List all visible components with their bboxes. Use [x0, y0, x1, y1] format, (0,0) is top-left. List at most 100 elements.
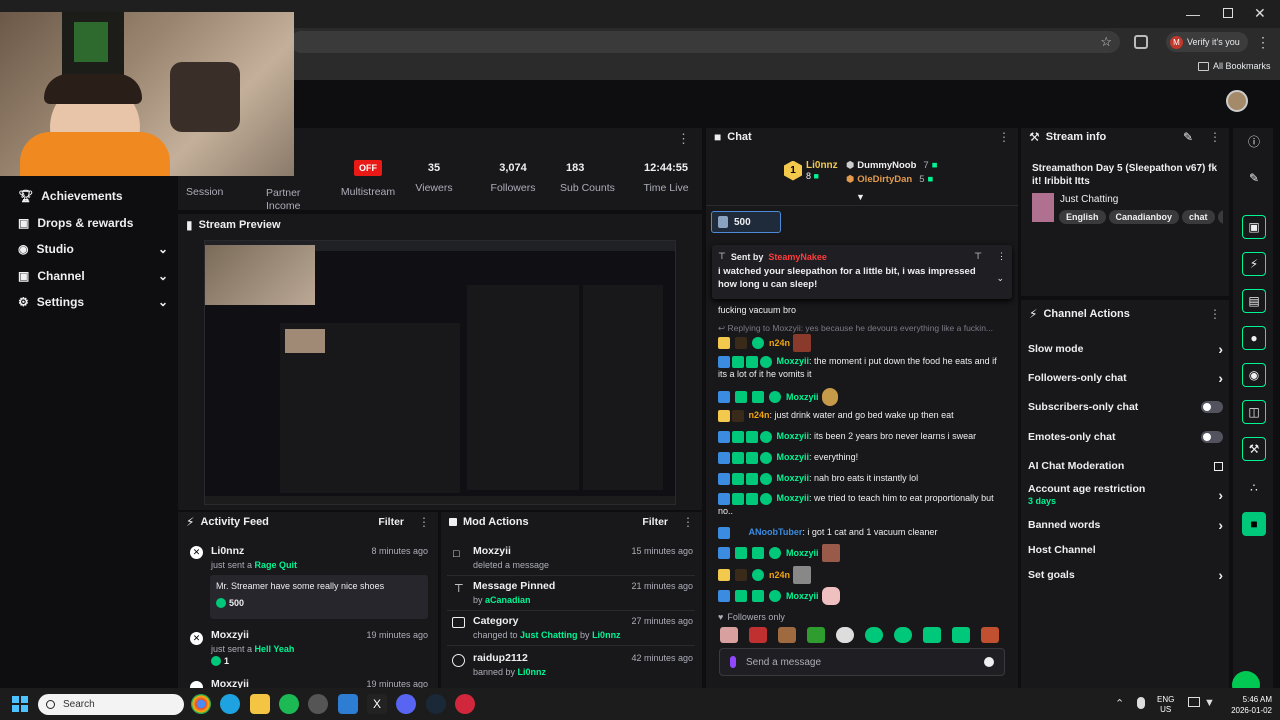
- maximize-icon[interactable]: [1223, 8, 1233, 18]
- sidebar-item-studio[interactable]: ◉ Studio ⌄: [18, 239, 168, 259]
- chat-user[interactable]: Moxzyii: [777, 493, 810, 503]
- more-icon[interactable]: ⋮: [997, 251, 1006, 262]
- emote[interactable]: [836, 627, 854, 643]
- bookmark-star-icon[interactable]: ☆: [1100, 34, 1112, 50]
- subscribers-only-toggle[interactable]: [1201, 401, 1223, 413]
- emote[interactable]: [720, 627, 738, 643]
- file-explorer-icon[interactable]: [250, 694, 270, 714]
- clip-icon[interactable]: ▣: [1242, 215, 1266, 239]
- activity-user[interactable]: Moxzyii: [211, 678, 249, 688]
- more-icon[interactable]: ⋮: [1209, 307, 1221, 321]
- emote[interactable]: [952, 627, 970, 643]
- stream-preview-video[interactable]: [204, 240, 676, 505]
- discord-icon[interactable]: [396, 694, 416, 714]
- x-icon[interactable]: X: [367, 694, 387, 714]
- action-followers-only[interactable]: Followers-only chat ›: [1028, 368, 1223, 388]
- raid-icon[interactable]: ◫: [1242, 400, 1266, 424]
- emote[interactable]: [807, 627, 825, 643]
- edit-icon[interactable]: ✎: [1183, 130, 1193, 144]
- category-name[interactable]: Just Chatting: [1060, 194, 1118, 205]
- broadcast-icon[interactable]: ◉: [1242, 363, 1266, 387]
- windows-start-icon[interactable]: [12, 696, 28, 712]
- more-icon[interactable]: ⋮: [418, 515, 430, 529]
- chat-bubble-icon[interactable]: ●: [1242, 326, 1266, 350]
- chat-user[interactable]: n24n: [769, 337, 790, 350]
- chat-user[interactable]: Moxzyii: [777, 431, 810, 441]
- runner-name[interactable]: DummyNoob: [857, 160, 916, 171]
- sidebar-item-settings[interactable]: ⚙ Settings ⌄: [18, 292, 168, 312]
- more-icon[interactable]: ⋮: [682, 515, 694, 529]
- volume-icon[interactable]: ▼: [1204, 697, 1215, 709]
- emotes-only-toggle[interactable]: [1201, 431, 1223, 443]
- edit-icon[interactable]: ✎: [1242, 166, 1266, 190]
- emote[interactable]: [923, 627, 941, 643]
- lightning-icon[interactable]: ⚡︎: [1242, 252, 1266, 276]
- mod-user[interactable]: aCanadian: [485, 595, 531, 605]
- collapse-icon[interactable]: ▼: [856, 192, 865, 202]
- edge-icon[interactable]: [220, 694, 240, 714]
- more-icon[interactable]: ⋮: [998, 130, 1010, 144]
- emote[interactable]: [894, 627, 912, 643]
- action-host-channel[interactable]: Host Channel: [1028, 540, 1223, 560]
- tag[interactable]: English: [1059, 210, 1106, 224]
- add-action-icon[interactable]: ■: [1242, 512, 1266, 536]
- mic-icon[interactable]: [730, 656, 736, 668]
- stat-multistream[interactable]: OFF Multistream: [338, 160, 398, 208]
- sidebar-item-drops[interactable]: ▣ Drops & rewards: [18, 213, 168, 233]
- notes-icon[interactable]: ▤: [1242, 289, 1266, 313]
- sidebar-item-channel[interactable]: ▣ Channel ⌄: [18, 266, 168, 286]
- steam-icon[interactable]: [426, 694, 446, 714]
- chevron-down-icon[interactable]: ⌄: [996, 273, 1004, 284]
- taskbar-search[interactable]: Search: [38, 694, 184, 715]
- activity-user[interactable]: Moxzyii: [211, 629, 249, 641]
- emote[interactable]: [749, 627, 767, 643]
- user-avatar[interactable]: [1226, 90, 1248, 112]
- all-bookmarks-button[interactable]: All Bookmarks: [1198, 61, 1271, 71]
- chat-user[interactable]: ANoobTuber: [749, 527, 803, 537]
- app-icon[interactable]: [338, 694, 358, 714]
- app-icon[interactable]: [455, 694, 475, 714]
- tag[interactable]: Canadianboy: [1108, 210, 1180, 224]
- unpin-icon[interactable]: ⊤: [974, 251, 982, 262]
- tag[interactable]: fig: [1217, 210, 1223, 224]
- chat-user[interactable]: n24n: [749, 410, 770, 420]
- chat-user[interactable]: Moxzyii: [786, 547, 819, 560]
- close-icon[interactable]: ✕: [1254, 5, 1266, 22]
- spotify-icon[interactable]: [279, 694, 299, 714]
- emoji-icon[interactable]: [984, 657, 994, 667]
- action-ai-moderation[interactable]: AI Chat Moderation: [1028, 456, 1223, 476]
- more-icon[interactable]: ⋮: [677, 131, 690, 147]
- action-set-goals[interactable]: Set goals ›: [1028, 565, 1223, 585]
- wrench-icon[interactable]: ⚒︎: [1242, 437, 1266, 461]
- action-slow-mode[interactable]: Slow mode ›: [1028, 339, 1223, 359]
- chat-user[interactable]: Moxzyii: [777, 473, 810, 483]
- sidebar-item-achievements[interactable]: 🏆︎ Achievements: [18, 186, 168, 206]
- language-indicator[interactable]: ENG US: [1157, 695, 1174, 715]
- emote[interactable]: [778, 627, 796, 643]
- chat-user[interactable]: Moxzyii: [777, 356, 810, 366]
- points-button[interactable]: 500: [711, 211, 781, 233]
- chat-input[interactable]: Send a message: [719, 648, 1005, 676]
- emote[interactable]: [865, 627, 883, 643]
- clock[interactable]: 5:46 AM 2026-01-02: [1222, 694, 1272, 716]
- minimize-icon[interactable]: —: [1186, 6, 1200, 22]
- pinned-user[interactable]: SteamyNakee: [768, 252, 827, 262]
- action-account-age[interactable]: Account age restriction 3 days ›: [1028, 483, 1223, 509]
- obs-icon[interactable]: [308, 694, 328, 714]
- filter-button[interactable]: Filter: [642, 516, 668, 528]
- chevron-up-icon[interactable]: ⌃: [1115, 697, 1124, 710]
- runner-name[interactable]: OleDirtyDan: [857, 174, 912, 185]
- more-icon[interactable]: ⋮: [1209, 130, 1221, 144]
- url-input[interactable]: ☆: [290, 31, 1120, 53]
- chat-user[interactable]: n24n: [769, 569, 790, 582]
- action-banned-words[interactable]: Banned words ›: [1028, 515, 1223, 535]
- extensions-icon[interactable]: [1134, 35, 1148, 49]
- activity-user[interactable]: Li0nnz: [211, 545, 244, 557]
- leader-name[interactable]: Li0nnz: [806, 160, 838, 171]
- share-icon[interactable]: ∴: [1242, 476, 1266, 500]
- chat-user[interactable]: Moxzyii: [786, 590, 819, 603]
- browser-menu-icon[interactable]: ⋮: [1256, 34, 1270, 51]
- verify-button[interactable]: M Verify it's you: [1166, 32, 1248, 52]
- chat-user[interactable]: Moxzyii: [777, 452, 810, 462]
- mic-icon[interactable]: [1137, 697, 1145, 709]
